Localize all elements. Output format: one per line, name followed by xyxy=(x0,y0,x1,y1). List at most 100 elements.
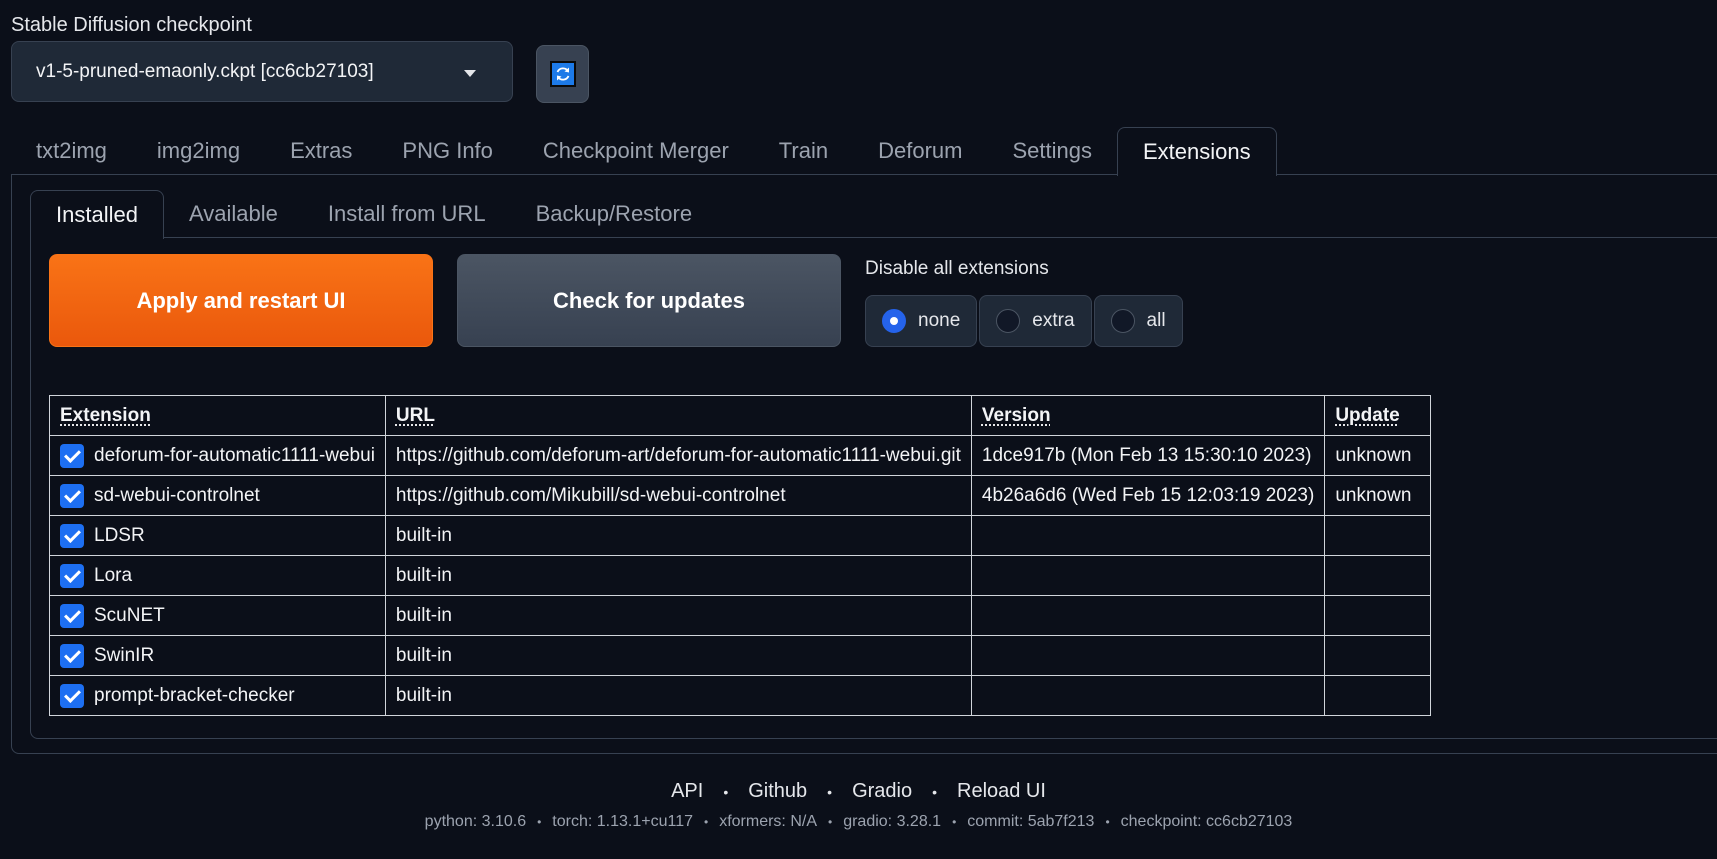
bullet-separator: • xyxy=(932,783,937,800)
extension-cell: LDSR xyxy=(49,515,386,556)
chevron-down-icon xyxy=(464,70,476,77)
checkbox-checked-icon[interactable] xyxy=(60,643,84,668)
extension-version xyxy=(970,555,1326,596)
extension-cell: Lora xyxy=(49,555,386,596)
refresh-checkpoint-button[interactable] xyxy=(536,45,589,103)
extension-cell: deforum-for-automatic1111-webui xyxy=(49,435,386,476)
radio-button[interactable] xyxy=(1110,309,1135,333)
extension-update xyxy=(1324,555,1432,596)
extension-update: unknown xyxy=(1324,435,1432,476)
extension-name: prompt-bracket-checker xyxy=(94,684,295,706)
checkbox-checked-icon[interactable] xyxy=(60,443,84,468)
bullet-separator: • xyxy=(537,815,542,829)
extension-version xyxy=(970,675,1326,716)
extension-cell: sd-webui-controlnet xyxy=(49,475,386,516)
radio-button[interactable] xyxy=(882,309,906,333)
bullet-separator: • xyxy=(1105,815,1110,829)
footer-link-github[interactable]: Github xyxy=(748,780,807,803)
tab-img2img[interactable]: img2img xyxy=(132,127,265,175)
extension-update xyxy=(1324,515,1432,556)
checkbox-checked-icon[interactable] xyxy=(60,563,84,588)
header-version[interactable]: Version xyxy=(970,395,1326,436)
extension-version xyxy=(970,635,1326,676)
radio-button[interactable] xyxy=(996,309,1021,333)
footer-link-gradio[interactable]: Gradio xyxy=(852,780,912,803)
extension-update xyxy=(1324,675,1432,716)
extension-url: built-in xyxy=(384,675,972,716)
extension-url: https://github.com/deforum-art/deforum-f… xyxy=(384,435,972,476)
extension-update xyxy=(1324,595,1432,636)
radio-option-none[interactable]: none xyxy=(865,295,978,347)
tab-checkpoint-merger[interactable]: Checkpoint Merger xyxy=(518,127,754,175)
footer-info: python: 3.10.6 • torch: 1.13.1+cu117 • xform… xyxy=(0,813,1717,831)
header-url[interactable]: URL xyxy=(384,395,972,436)
radio-option-all[interactable]: all xyxy=(1093,295,1183,347)
extension-url: built-in xyxy=(384,515,972,556)
checkbox-checked-icon[interactable] xyxy=(60,483,84,508)
bullet-separator: • xyxy=(704,815,709,829)
table-row: SwinIR built-in xyxy=(49,635,1432,676)
extension-cell: ScuNET xyxy=(49,595,386,636)
radio-option-extra[interactable]: extra xyxy=(979,295,1092,347)
footer-info-item: python: 3.10.6 xyxy=(424,813,527,830)
extension-name: LDSR xyxy=(94,524,145,546)
main-tabs: txt2img img2img Extras PNG Info Checkpoint M… xyxy=(11,127,1277,176)
check-for-updates-button[interactable]: Check for updates xyxy=(457,254,841,347)
header-update[interactable]: Update xyxy=(1324,395,1432,436)
bullet-separator: • xyxy=(952,815,957,829)
extension-version xyxy=(970,595,1326,636)
extension-update xyxy=(1324,635,1432,676)
bullet-separator: • xyxy=(828,815,833,829)
extension-name: deforum-for-automatic1111-webui xyxy=(94,444,375,466)
footer-info-item: gradio: 3.28.1 xyxy=(843,813,942,830)
footer-info-item: commit: 5ab7f213 xyxy=(967,813,1095,830)
tab-txt2img[interactable]: txt2img xyxy=(11,127,132,175)
subtab-install-from-url[interactable]: Install from URL xyxy=(303,190,511,238)
table-row: deforum-for-automatic1111-webui https://g… xyxy=(49,435,1432,476)
checkpoint-selected-value: v1-5-pruned-emaonly.ckpt [cc6cb27103] xyxy=(36,60,374,82)
tab-extensions[interactable]: Extensions xyxy=(1116,127,1277,176)
extension-name: SwinIR xyxy=(94,644,155,666)
apply-and-restart-button[interactable]: Apply and restart UI xyxy=(49,254,433,347)
extension-cell: prompt-bracket-checker xyxy=(49,675,386,716)
disable-extensions-radio-group: none extra all xyxy=(865,295,1183,347)
tab-png-info[interactable]: PNG Info xyxy=(377,127,517,175)
tab-train[interactable]: Train xyxy=(754,127,853,175)
refresh-icon xyxy=(549,61,576,87)
extension-version xyxy=(970,515,1326,556)
tab-settings[interactable]: Settings xyxy=(987,127,1117,175)
extension-url: built-in xyxy=(384,635,972,676)
footer-link-api[interactable]: API xyxy=(671,780,703,803)
tab-extras[interactable]: Extras xyxy=(265,127,377,175)
extension-update: unknown xyxy=(1324,475,1432,516)
subtab-installed[interactable]: Installed xyxy=(30,190,164,239)
table-row: prompt-bracket-checker built-in xyxy=(49,675,1432,716)
subtab-available[interactable]: Available xyxy=(164,190,303,238)
tab-deforum[interactable]: Deforum xyxy=(853,127,987,175)
extension-url: https://github.com/Mikubill/sd-webui-con… xyxy=(384,475,972,516)
checkpoint-label: Stable Diffusion checkpoint xyxy=(11,14,252,36)
table-row: sd-webui-controlnet https://github.com/Mi… xyxy=(49,475,1432,516)
checkbox-checked-icon[interactable] xyxy=(60,683,84,708)
footer-info-item: xformers: N/A xyxy=(719,813,817,830)
header-extension[interactable]: Extension xyxy=(49,395,386,436)
table-header-row: Extension URL Version Update xyxy=(49,395,1432,436)
checkpoint-dropdown[interactable]: v1-5-pruned-emaonly.ckpt [cc6cb27103] xyxy=(11,41,513,102)
radio-label: none xyxy=(918,310,961,331)
extension-version: 1dce917b (Mon Feb 13 15:30:10 2023) xyxy=(970,435,1326,476)
footer-info-item: torch: 1.13.1+cu117 xyxy=(552,813,693,830)
radio-label: all xyxy=(1146,310,1166,331)
extensions-table: Extension URL Version Update deforum-for… xyxy=(49,395,1432,716)
footer-link-reload-ui[interactable]: Reload UI xyxy=(957,780,1046,803)
extension-url: built-in xyxy=(384,595,972,636)
radio-label: extra xyxy=(1032,310,1075,331)
subtab-backup-restore[interactable]: Backup/Restore xyxy=(511,190,718,238)
table-row: ScuNET built-in xyxy=(49,595,1432,636)
checkbox-checked-icon[interactable] xyxy=(60,523,84,548)
extension-name: sd-webui-controlnet xyxy=(94,484,260,506)
sub-tabs: Installed Available Install from URL Backup… xyxy=(30,190,718,239)
extension-version: 4b26a6d6 (Wed Feb 15 12:03:19 2023) xyxy=(970,475,1326,516)
extension-cell: SwinIR xyxy=(49,635,386,676)
checkbox-checked-icon[interactable] xyxy=(60,603,84,628)
bullet-separator: • xyxy=(723,783,729,800)
